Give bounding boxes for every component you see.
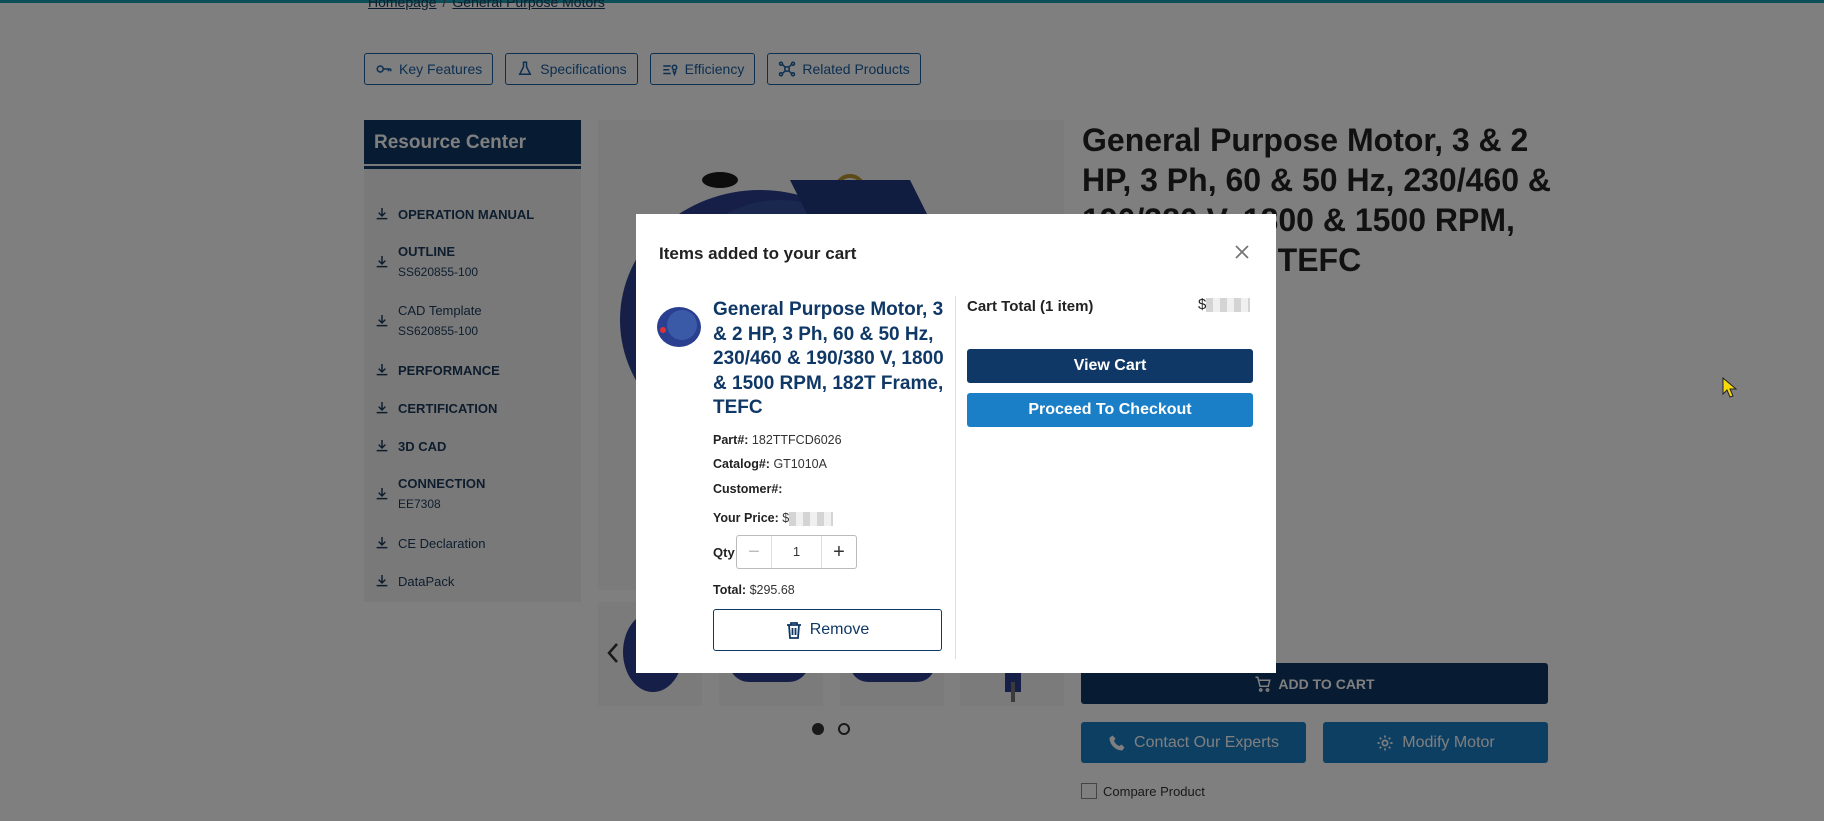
qty-label: Qty	[713, 545, 735, 560]
modal-divider	[955, 296, 956, 659]
quantity-stepper: − 1 +	[736, 535, 857, 569]
cart-item-image	[657, 307, 701, 347]
mouse-cursor-icon	[1722, 377, 1738, 398]
customer-label: Customer#:	[713, 482, 783, 496]
remove-button[interactable]: Remove	[713, 609, 942, 651]
total-label: Total:	[713, 583, 747, 597]
cart-item-title[interactable]: General Purpose Motor, 3 & 2 HP, 3 Ph, 6…	[713, 298, 945, 421]
cart-total-redacted	[1206, 298, 1251, 313]
catalog-label: Catalog#:	[713, 457, 770, 471]
view-cart-button[interactable]: View Cart	[967, 349, 1253, 383]
qty-input[interactable]: 1	[771, 536, 822, 568]
part-value: 182TTFCD6026	[751, 433, 842, 447]
catalog-number: Catalog#: GT1010A	[713, 457, 827, 471]
modal-title: Items added to your cart	[659, 244, 857, 263]
price-label: Your Price:	[713, 511, 779, 525]
catalog-value: GT1010A	[773, 457, 827, 471]
remove-label: Remove	[809, 621, 870, 638]
customer-number: Customer#:	[713, 482, 782, 496]
cart-total-value: $	[1198, 296, 1251, 313]
your-price: Your Price: $	[713, 511, 834, 526]
close-icon[interactable]	[1232, 242, 1252, 262]
proceed-to-checkout-button[interactable]: Proceed To Checkout	[967, 393, 1253, 427]
total-value: $295.68	[749, 583, 795, 597]
price-redacted	[789, 511, 834, 526]
line-total: Total: $295.68	[713, 583, 795, 597]
trash-icon	[786, 622, 801, 639]
cart-modal: Items added to your cart General Purpose…	[636, 214, 1276, 673]
price-prefix: $	[782, 511, 790, 525]
cart-total-prefix: $	[1198, 296, 1207, 313]
part-label: Part#:	[713, 433, 749, 447]
cart-total-label: Cart Total (1 item)	[967, 298, 1094, 315]
part-number: Part#: 182TTFCD6026	[713, 433, 842, 447]
qty-decrement-button[interactable]: −	[737, 536, 771, 568]
qty-increment-button[interactable]: +	[822, 536, 856, 568]
